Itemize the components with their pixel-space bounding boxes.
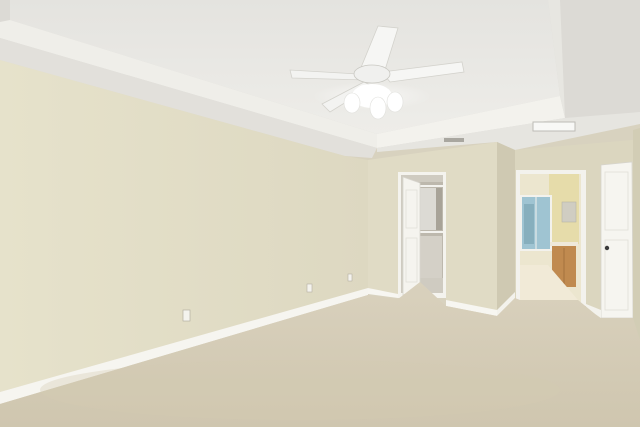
wall-outlet-icon [182,309,191,322]
corner-wall [497,142,515,316]
door-knob-icon [604,245,610,251]
center-wall [368,142,497,316]
closet-door [402,176,421,296]
air-vent-icon [532,121,576,132]
empty-bedroom-photo [0,0,640,427]
